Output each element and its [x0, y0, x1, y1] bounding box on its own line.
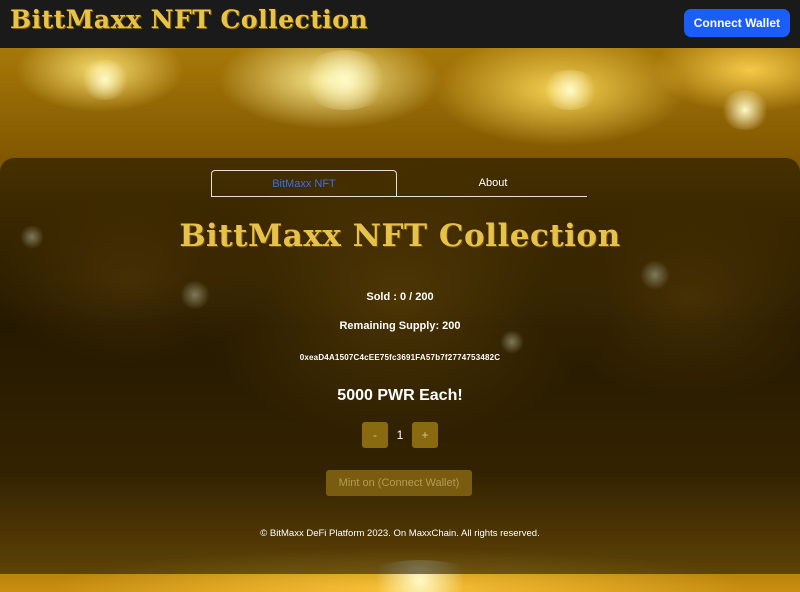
tab-bitmaxx-nft[interactable]: BitMaxx NFT [211, 170, 397, 196]
top-header-bar: BittMaxx NFT Collection Connect Wallet [0, 0, 800, 48]
quantity-value: 1 [396, 428, 404, 442]
decrement-button[interactable]: - [362, 422, 388, 448]
sparkle-decoration [720, 90, 770, 130]
quantity-stepper: - 1 + [362, 422, 438, 448]
copyright-footer: © BitMaxx DeFi Platform 2023. On MaxxCha… [260, 528, 540, 539]
mint-button[interactable]: Mint on (Connect Wallet) [326, 470, 472, 496]
page: BittMaxx NFT Collection Connect Wallet B… [0, 0, 800, 592]
contract-address[interactable]: 0xeaD4A1507C4cEE75fc3691FA57b7f277475348… [0, 353, 800, 362]
mint-panel: BitMaxx NFT About BittMaxx NFT Collectio… [0, 158, 800, 574]
connect-wallet-button[interactable]: Connect Wallet [683, 9, 790, 37]
tab-about[interactable]: About [399, 170, 587, 196]
sparkle-decoration [80, 60, 130, 100]
price-label: 5000 PWR Each! [337, 387, 463, 404]
collection-title: BittMaxx NFT Collection [179, 218, 621, 254]
increment-button[interactable]: + [412, 422, 438, 448]
sold-count: Sold : 0 / 200 [366, 291, 434, 303]
tab-bar: BitMaxx NFT About [211, 170, 587, 197]
remaining-supply: Remaining Supply: 200 [339, 320, 461, 332]
sparkle-decoration [540, 70, 600, 110]
sparkle-decoration [300, 50, 390, 110]
site-logo[interactable]: BittMaxx NFT Collection [10, 5, 368, 34]
